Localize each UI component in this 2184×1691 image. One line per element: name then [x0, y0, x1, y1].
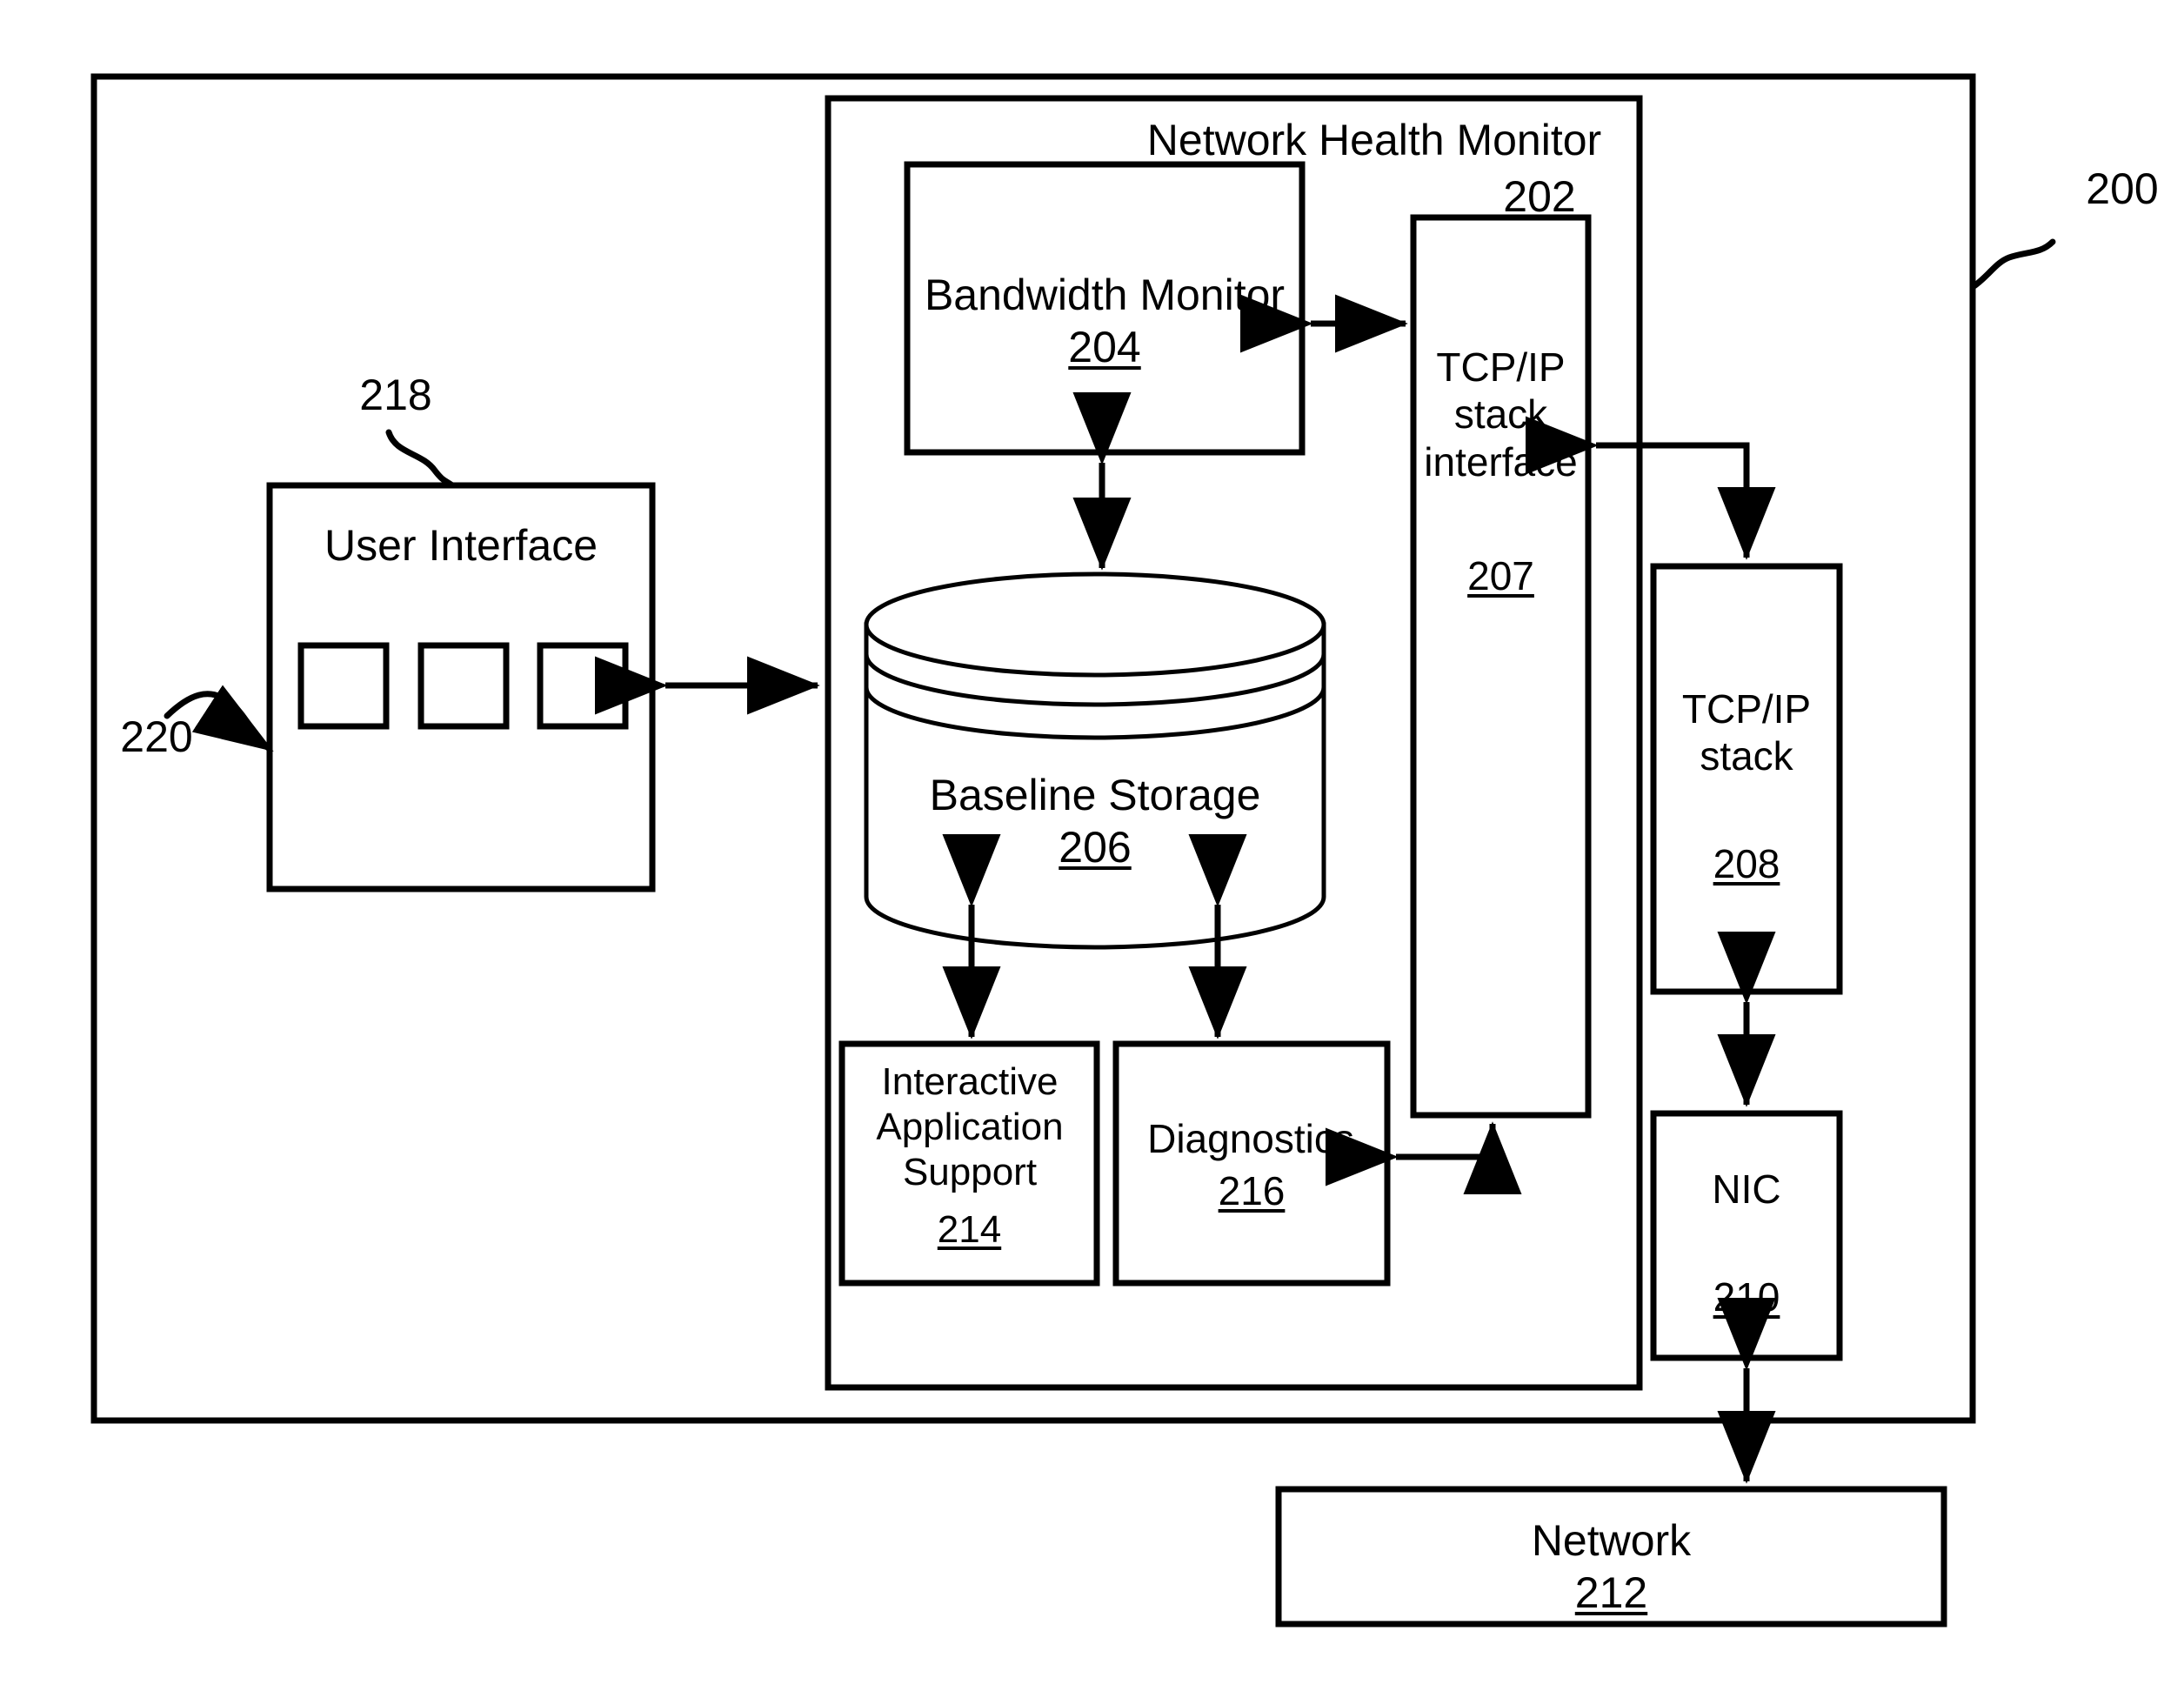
nic-ref: 210	[1713, 1274, 1780, 1320]
diagnostics-ref: 216	[1218, 1168, 1286, 1213]
baseline-storage-label: Baseline Storage	[929, 771, 1261, 819]
network-health-monitor-title: Network Health Monitor	[1146, 116, 1602, 164]
figure-canvas: 200 Network Health Monitor 202 Bandwidth…	[0, 0, 2184, 1691]
tcp-ip-stack-label: TCP/IP stack	[1681, 686, 1812, 779]
nic-label: NIC	[1712, 1166, 1781, 1212]
baseline-storage-ref: 206	[1059, 823, 1132, 872]
ref-218-leader	[385, 429, 456, 489]
user-interface-label: User Interface	[324, 521, 598, 570]
bandwidth-monitor-label: Bandwidth Monitor	[924, 271, 1286, 319]
user-interface-pointer-ref: 220	[120, 712, 193, 761]
connector-stack-interface-to-diagnostics	[1325, 1121, 1522, 1195]
tcp-ip-stack-ref: 208	[1713, 841, 1780, 886]
ref-200-leader	[1969, 238, 2056, 291]
nic-box	[1650, 1110, 1843, 1361]
baseline-storage-cylinder	[864, 571, 1326, 950]
tcp-ip-stack-interface-ref: 207	[1467, 553, 1534, 598]
system-ref-label: 200	[2086, 164, 2159, 213]
interactive-application-support-label: Interactive Application Support	[876, 1060, 1064, 1193]
user-interface-ref: 218	[359, 371, 432, 419]
network-label: Network	[1531, 1516, 1692, 1565]
interactive-application-support-ref: 214	[937, 1208, 1002, 1251]
network-ref: 212	[1574, 1568, 1648, 1617]
tcp-ip-stack-interface-label: TCP/IP stack interface	[1424, 344, 1578, 485]
connector-stack-interface-to-stack	[1525, 416, 1776, 560]
diagnostics-label: Diagnostics	[1147, 1116, 1354, 1161]
diagnostics-box	[1112, 1040, 1391, 1287]
network-health-monitor-ref: 202	[1503, 172, 1576, 221]
bandwidth-monitor-ref: 204	[1068, 323, 1141, 371]
